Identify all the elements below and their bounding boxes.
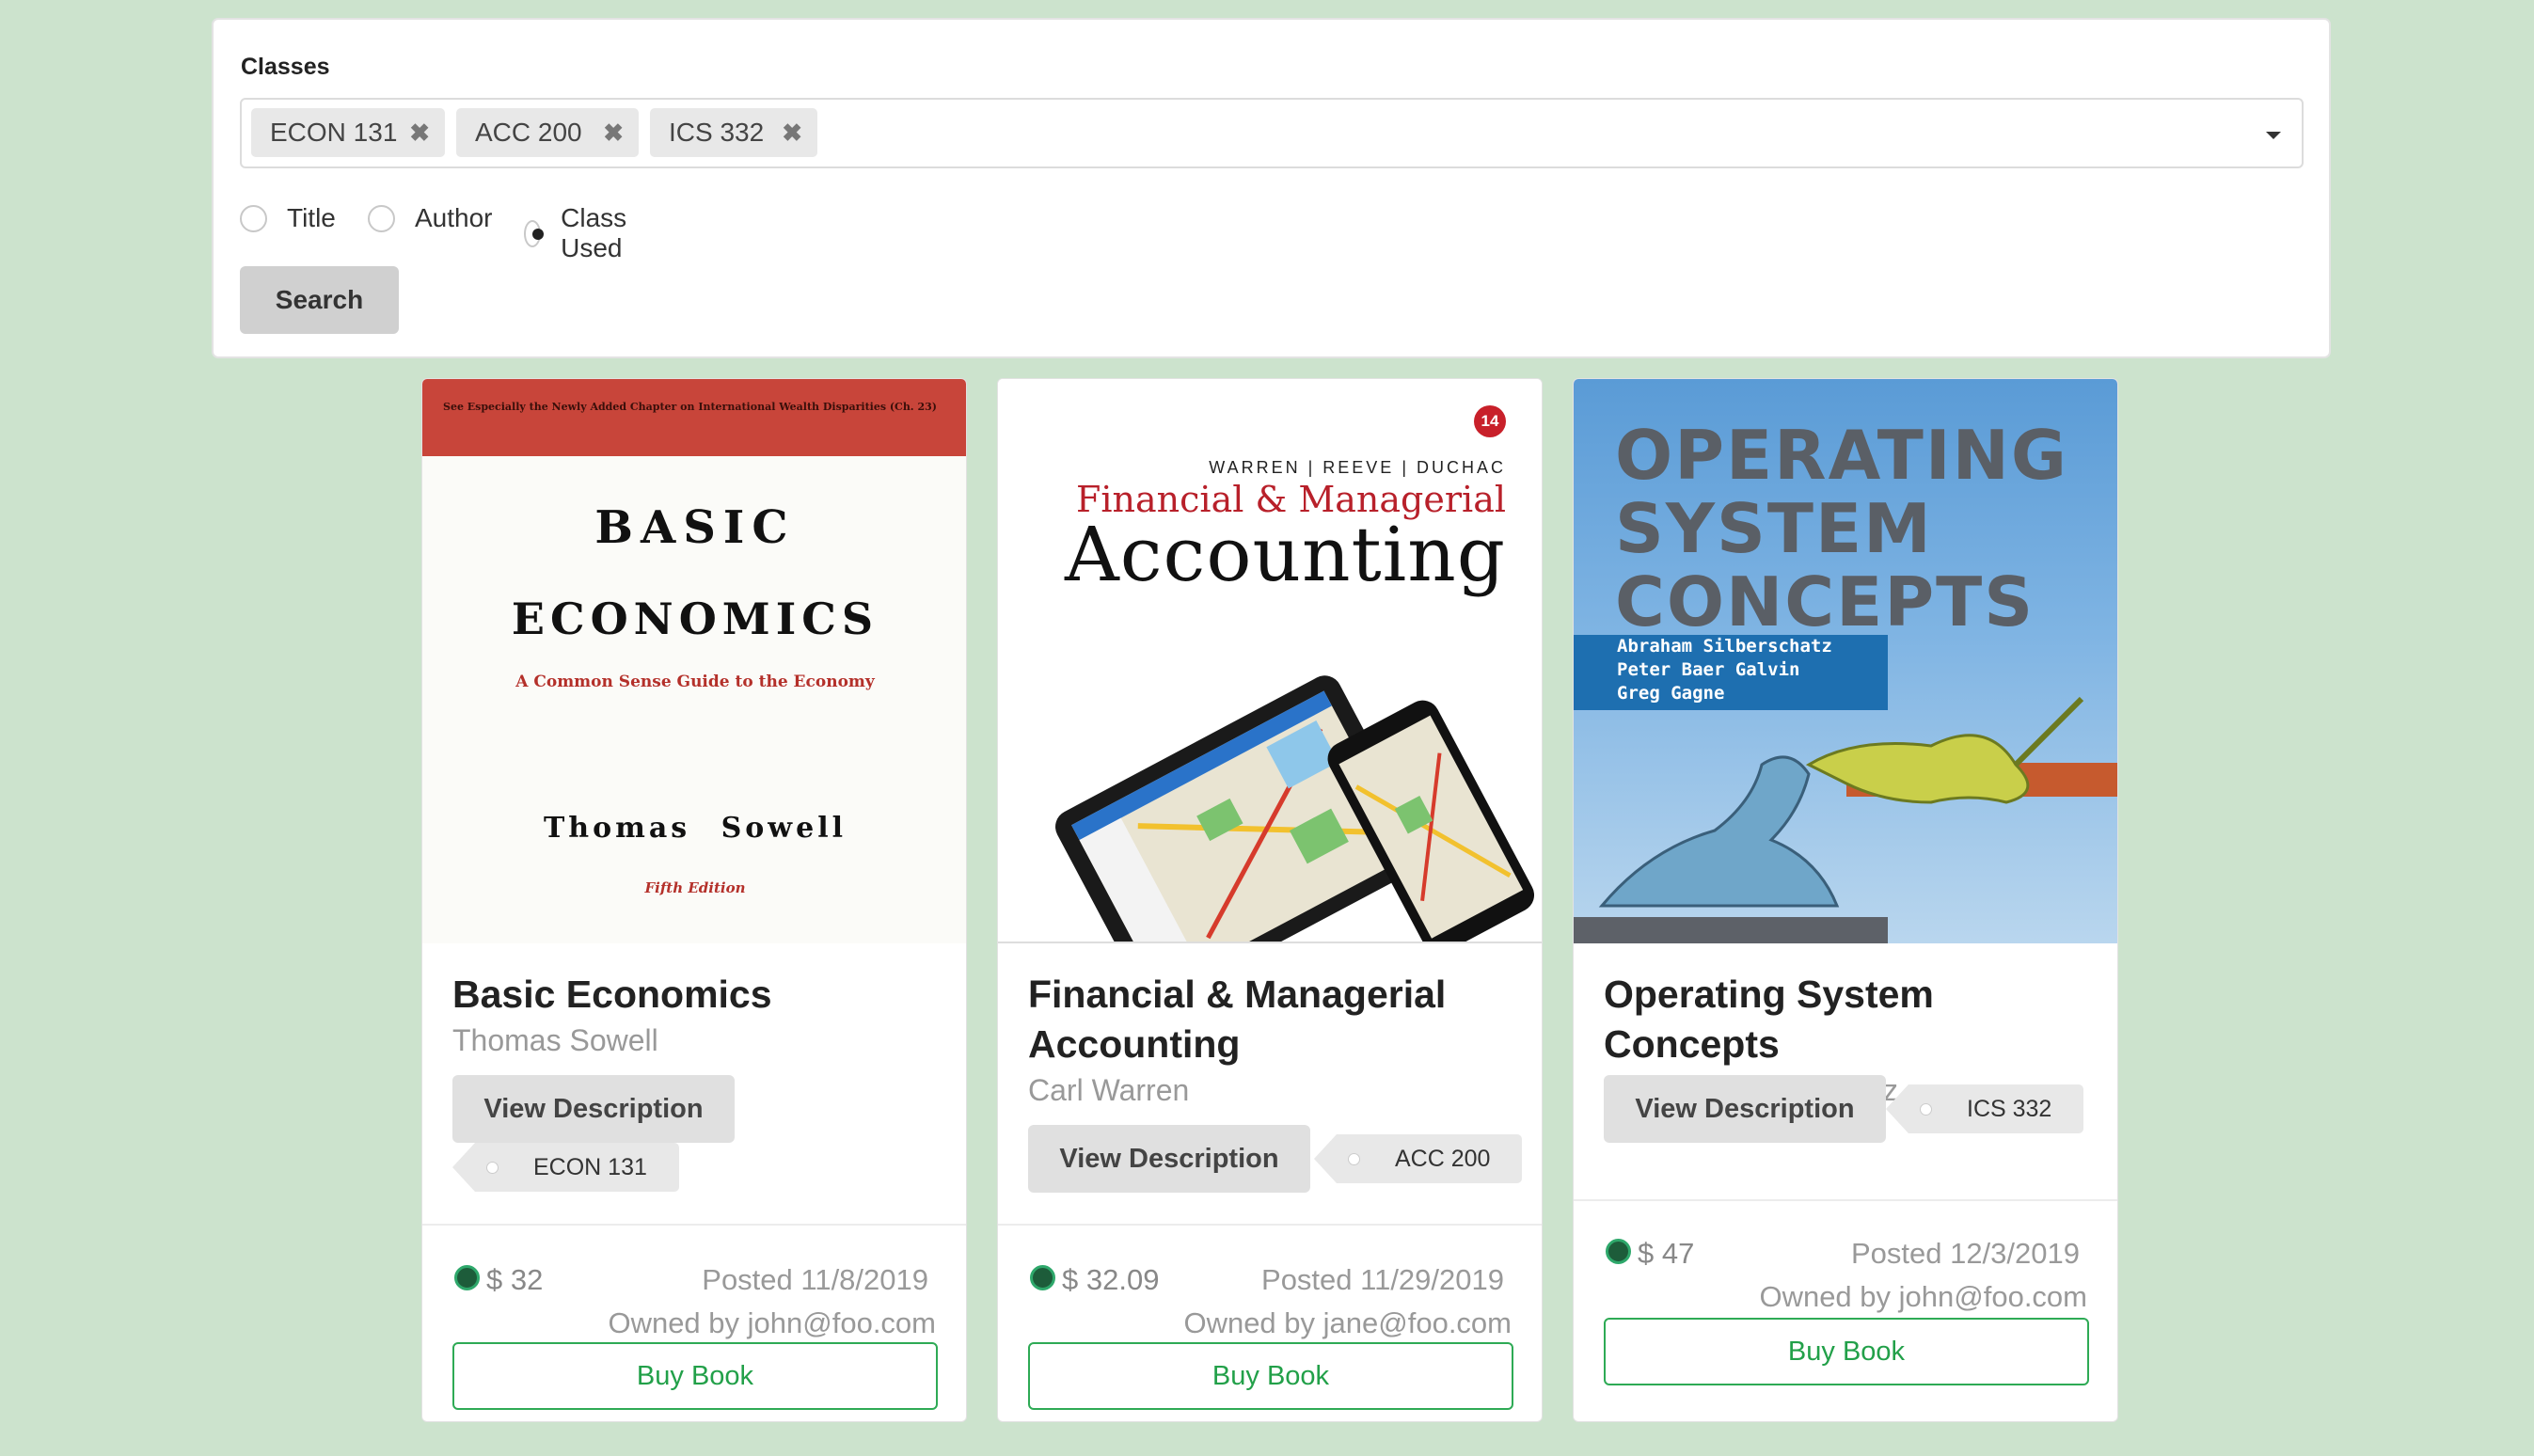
cover-author: Abraham Silberschatz [1617,636,1832,657]
posted-date: Posted 11/8/2019 [702,1263,928,1296]
cover-base-strip [1574,917,1888,943]
book-title: Basic Economics [452,973,772,1016]
cover-edition: Fifth Edition [644,879,746,896]
dinosaur-illustration [1598,696,2084,908]
cover-subtitle: A Common Sense Guide to the Economy [515,673,875,691]
chip-acc-200: ACC 200 ✖ [456,108,639,157]
book-title: Financial & Managerial Accounting [1028,973,1447,1066]
card-footer: $ 47 Posted 12/3/2019 Owned by john@foo.… [1574,1199,2117,1421]
radio-circle-icon [368,204,395,232]
cover-edition-badge: 14 [1474,405,1506,437]
card-content: Basic Economics Thomas Sowell [452,970,936,1061]
owner-email: Owned by john@foo.com [1759,1280,2087,1313]
radio-label: Author [415,203,493,232]
class-tag-label: ECON 131 [533,1153,647,1180]
cover-band-text: See Especially the Newly Added Chapter o… [443,401,937,413]
chip-ics-332: ICS 332 ✖ [650,108,817,157]
card-content: Financial & Managerial Accounting Carl W… [1028,970,1512,1111]
cover-title-line2: ECONOMICS [511,593,879,644]
search-panel: Classes ECON 131 ✖ ACC 200 ✖ ICS 332 ✖ T… [212,18,2331,358]
cover-title-line1: OPERATING [1615,416,2068,495]
view-description-button[interactable]: View Description [1604,1075,1886,1143]
book-price: $ 32.09 [1062,1263,1160,1296]
book-title: Operating System Concepts [1604,973,1934,1066]
card-footer: $ 32 Posted 11/8/2019 Owned by john@foo.… [422,1224,966,1421]
book-card: 14 WARREN | REEVE | DUCHAC Financial & M… [997,378,1543,1422]
tag-hole-icon [1920,1103,1932,1116]
chip-remove-icon[interactable]: ✖ [603,119,624,148]
class-tag: ACC 200 [1313,1134,1523,1183]
classes-multiselect[interactable]: ECON 131 ✖ ACC 200 ✖ ICS 332 ✖ [240,98,2304,168]
cover-author: Thomas Sowell [543,812,847,845]
class-tag: ICS 332 [1885,1084,2084,1133]
status-dot-icon [1606,1239,1631,1264]
owner-email: Owned by john@foo.com [608,1306,936,1339]
book-card: See Especially the Newly Added Chapter o… [421,378,967,1422]
chip-label: ICS 332 [669,118,765,147]
radio-circle-checked-icon [524,219,545,247]
class-tag-label: ACC 200 [1395,1145,1491,1172]
class-tag-label: ICS 332 [1967,1095,2052,1122]
radio-label: Class Used [561,203,627,262]
chip-econ-131: ECON 131 ✖ [251,108,445,157]
status-dot-icon [454,1265,480,1290]
cover-authors: WARREN | REEVE | DUCHAC [1209,458,1506,477]
tag-hole-icon [1348,1153,1360,1165]
radio-label: Title [287,203,336,232]
buy-book-button[interactable]: Buy Book [452,1342,938,1410]
cover-title-line3: CONCEPTS [1615,562,2035,641]
owner-email: Owned by jane@foo.com [1183,1306,1512,1339]
posted-date: Posted 11/29/2019 [1261,1263,1504,1296]
book-cover-image: 14 WARREN | REEVE | DUCHAC Financial & M… [998,379,1542,943]
radio-title[interactable]: Title [240,203,336,233]
book-cover-image: See Especially the Newly Added Chapter o… [422,379,966,943]
status-dot-icon [1030,1265,1055,1290]
radio-circle-icon [240,204,267,232]
book-author: Carl Warren [1028,1073,1190,1107]
buy-book-button[interactable]: Buy Book [1028,1342,1513,1410]
cover-title: OPERATING SYSTEM CONCEPTS [1615,419,2068,639]
radio-class-used[interactable]: Class Used [524,203,637,263]
card-footer: $ 32.09 Posted 11/29/2019 Owned by jane@… [998,1224,1542,1421]
cover-title-line1: BASIC [594,501,796,554]
book-cover-image: OPERATING SYSTEM CONCEPTS Abraham Silber… [1574,379,2117,943]
chip-remove-icon[interactable]: ✖ [782,119,802,148]
posted-date: Posted 12/3/2019 [1850,1237,2080,1270]
cover-title-line2: SYSTEM [1615,489,1933,568]
book-price: $ 47 [1638,1237,1695,1270]
tag-hole-icon [486,1162,499,1174]
radio-author[interactable]: Author [368,203,493,233]
cover-band [422,379,966,456]
search-button[interactable]: Search [240,266,399,334]
dropdown-caret-icon[interactable] [2266,132,2281,139]
book-card: OPERATING SYSTEM CONCEPTS Abraham Silber… [1573,378,2118,1422]
view-description-button[interactable]: View Description [1028,1125,1310,1193]
chip-label: ACC 200 [475,118,582,147]
chip-remove-icon[interactable]: ✖ [409,119,430,148]
chip-label: ECON 131 [270,118,398,147]
buy-book-button[interactable]: Buy Book [1604,1318,2089,1385]
book-author: Thomas Sowell [452,1023,658,1057]
class-tag: ECON 131 [452,1143,679,1192]
view-description-button[interactable]: View Description [452,1075,735,1143]
tablet-phone-map-illustration [1055,675,1534,942]
classes-label: Classes [241,54,330,80]
book-price: $ 32 [486,1263,544,1296]
